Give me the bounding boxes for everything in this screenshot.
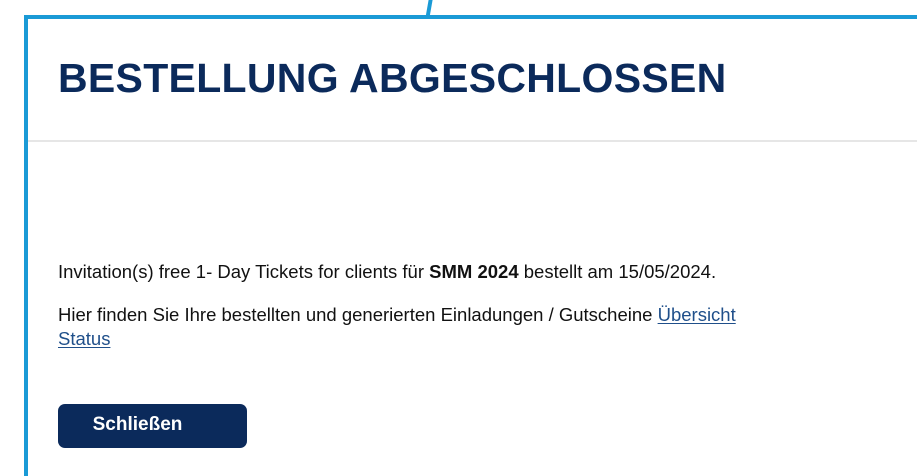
order-confirmation-dialog: BESTELLUNG ABGESCHLOSSEN Invitation(s) f… [24, 15, 917, 476]
close-button[interactable]: Schließen [58, 404, 247, 448]
dialog-header: BESTELLUNG ABGESCHLOSSEN [28, 19, 917, 142]
overview-text-continuation: Status [58, 327, 917, 351]
overview-text: Hier finden Sie Ihre bestellten und gene… [58, 303, 917, 327]
overview-link-line1: Übersicht [657, 304, 736, 325]
event-name: SMM 2024 [429, 261, 519, 282]
dialog-body: Invitation(s) free 1- Day Tickets for cl… [28, 142, 917, 351]
order-summary-suffix: bestellt am 15/05/2024. [518, 261, 717, 282]
page: BESTELLUNG ABGESCHLOSSEN Invitation(s) f… [0, 0, 917, 476]
overview-link-line2: Status [58, 328, 111, 349]
overview-prefix: Hier finden Sie Ihre bestellten und gene… [58, 304, 658, 325]
overview-status-link[interactable]: Übersicht [658, 304, 736, 325]
order-summary-prefix: Invitation(s) free 1- Day Tickets for cl… [58, 261, 430, 282]
overview-status-link-continuation[interactable]: Status [58, 328, 110, 349]
dialog-title: BESTELLUNG ABGESCHLOSSEN [58, 55, 727, 101]
order-summary-text: Invitation(s) free 1- Day Tickets for cl… [58, 260, 917, 284]
